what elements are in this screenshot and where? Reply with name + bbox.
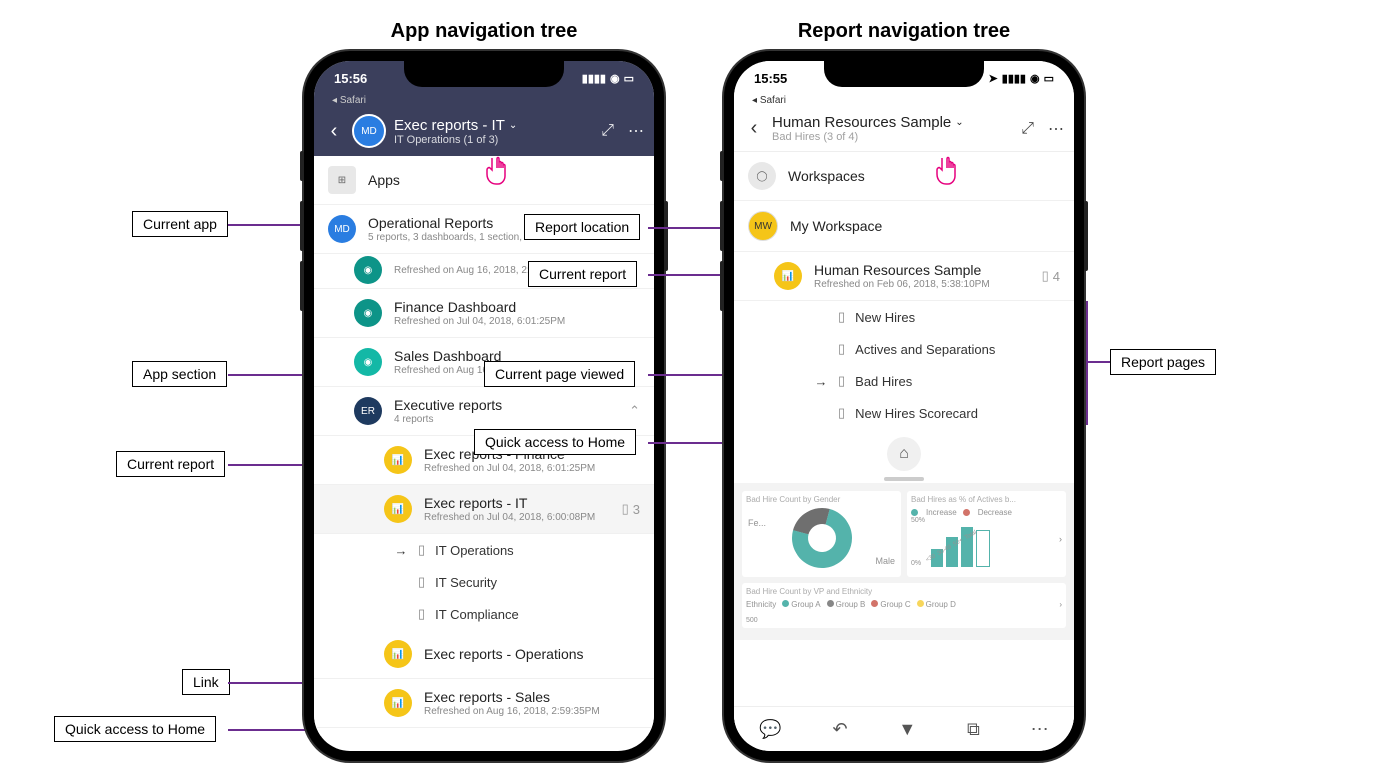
battery-icon: ▭	[624, 72, 634, 85]
more-icon[interactable]: ⋯	[1048, 119, 1064, 139]
report-icon: 📊	[384, 495, 412, 523]
section-title-left: App navigation tree	[391, 20, 578, 43]
safari-back[interactable]: ◂ Safari	[734, 95, 1074, 106]
finance-dashboard[interactable]: ◉ Finance Dashboard Refreshed on Jul 04,…	[314, 289, 654, 338]
page-count-icon: ▯	[1042, 268, 1049, 284]
wifi-icon: ◉	[610, 72, 620, 85]
apps-icon: ⊞	[328, 166, 356, 194]
drag-handle[interactable]	[884, 477, 924, 481]
label-quick-home: Quick access to Home	[54, 716, 216, 742]
apps-row[interactable]: ⊞ Apps	[314, 156, 654, 205]
chevron-down-icon: ⌄	[509, 120, 517, 131]
workspaces-icon: ◯	[748, 162, 776, 190]
label-current-report: Current report	[116, 451, 225, 477]
home-button[interactable]: ⌂	[887, 437, 921, 471]
app-avatar: MD	[328, 215, 356, 243]
phone-right: 15:55 ➤ ▮▮▮▮ ◉ ▭ ◂ Safari ‹ Human Resour…	[724, 51, 1084, 761]
page-new-hires-scorecard[interactable]: ▯ New Hires Scorecard	[734, 397, 1074, 429]
phone-left: 15:56 ▮▮▮▮ ◉ ▭ ◂ Safari ‹ MD Exec report…	[304, 51, 664, 761]
report-icon: 📊	[384, 640, 412, 668]
workspaces-row[interactable]: ◯ Workspaces	[734, 152, 1074, 201]
chevron-right-icon[interactable]: ›	[1059, 534, 1062, 544]
page-it-security[interactable]: ▯ IT Security	[314, 566, 654, 598]
current-page-arrow-icon: →	[814, 374, 828, 389]
expand-icon[interactable]: ⤢	[1021, 120, 1034, 138]
page-it-compliance[interactable]: ▯ IT Compliance	[314, 598, 654, 630]
more-icon[interactable]: ⋯	[628, 121, 644, 141]
bottom-nav: 💬 ↶ ▼ ⧉ ⋯	[734, 706, 1074, 751]
copy-icon[interactable]: ⧉	[967, 719, 980, 740]
page-it-operations[interactable]: → ▯ IT Operations	[314, 534, 654, 566]
report-preview: Bad Hire Count by Gender Fe... Male Bad …	[734, 483, 1074, 640]
comment-icon[interactable]: 💬	[759, 719, 781, 740]
my-workspace[interactable]: MW My Workspace	[734, 201, 1074, 252]
chevron-down-icon: ⌄	[955, 117, 963, 128]
label-current-app: Current app	[132, 211, 228, 237]
section-title-right: Report navigation tree	[798, 20, 1010, 43]
header: ‹ Human Resources Sample⌄ Bad Hires (3 o…	[734, 106, 1074, 152]
current-page-arrow-icon: →	[394, 543, 408, 558]
page-count-icon: ▯	[622, 501, 629, 517]
page-new-hires[interactable]: ▯ New Hires	[734, 301, 1074, 333]
faq-link[interactable]: ⊘ FAQ ↗ https://tinyurl.com/kjg;kjsdbmv	[314, 728, 654, 736]
safari-back[interactable]: ◂ Safari	[314, 95, 654, 106]
section-avatar: ER	[354, 397, 382, 425]
location-icon: ➤	[989, 72, 998, 85]
label-current-page: Current page viewed	[484, 361, 635, 387]
label-report-location: Report location	[524, 214, 640, 240]
dashboard-icon: ◉	[354, 348, 382, 376]
chevron-up-icon: ⌃	[629, 403, 640, 419]
chart-bars[interactable]: Bad Hires as % of Actives b... Increase …	[907, 491, 1066, 577]
header-title-dropdown[interactable]: Human Resources Sample⌄ Bad Hires (3 of …	[772, 114, 1013, 143]
exec-reports-sales[interactable]: 📊 Exec reports - Sales Refreshed on Aug …	[314, 679, 654, 728]
back-icon[interactable]: ‹	[324, 120, 344, 143]
page-mobile-icon: ▯	[418, 606, 425, 622]
chart-donut[interactable]: Bad Hire Count by Gender Fe... Male	[742, 491, 901, 577]
label-report-pages: Report pages	[1110, 349, 1216, 375]
page-icon: ▯	[838, 341, 845, 357]
exec-reports-it[interactable]: 📊 Exec reports - IT Refreshed on Jul 04,…	[314, 485, 654, 534]
page-mobile-icon: ▯	[838, 373, 845, 389]
undo-icon[interactable]: ↶	[833, 719, 848, 740]
dashboard-icon: ◉	[354, 256, 382, 284]
header: ‹ MD Exec reports - IT⌄ IT Operations (1…	[314, 106, 654, 156]
label-app-section: App section	[132, 361, 227, 387]
exec-reports-operations[interactable]: 📊 Exec reports - Operations	[314, 630, 654, 679]
back-icon[interactable]: ‹	[744, 117, 764, 140]
signal-icon: ▮▮▮▮	[582, 72, 606, 85]
label-current-report2: Current report	[528, 261, 637, 287]
page-bad-hires[interactable]: → ▯ Bad Hires	[734, 365, 1074, 397]
dashboard-icon: ◉	[354, 299, 382, 327]
chevron-right-icon[interactable]: ›	[1059, 600, 1062, 609]
chart-ethnicity[interactable]: Bad Hire Count by VP and Ethnicity Ethni…	[742, 583, 1066, 628]
label-quick-home2: Quick access to Home	[474, 429, 636, 455]
label-link: Link	[182, 669, 230, 695]
signal-icon: ▮▮▮▮	[1002, 72, 1026, 85]
more-icon[interactable]: ⋯	[1031, 719, 1049, 740]
filter-icon[interactable]: ▼	[898, 719, 916, 740]
page-actives-separations[interactable]: ▯ Actives and Separations	[734, 333, 1074, 365]
report-icon: 📊	[384, 689, 412, 717]
report-icon: 📊	[774, 262, 802, 290]
battery-icon: ▭	[1044, 72, 1054, 85]
page-icon: ▯	[418, 574, 425, 590]
wifi-icon: ◉	[1030, 72, 1040, 85]
expand-icon[interactable]: ⤢	[601, 122, 614, 140]
report-icon: 📊	[384, 446, 412, 474]
workspace-avatar: MW	[748, 211, 778, 241]
page-icon: ▯	[838, 405, 845, 421]
human-resources-report[interactable]: 📊 Human Resources Sample Refreshed on Fe…	[734, 252, 1074, 301]
page-mobile-icon: ▯	[418, 542, 425, 558]
header-avatar: MD	[352, 114, 386, 148]
header-title-dropdown[interactable]: Exec reports - IT⌄ IT Operations (1 of 3…	[394, 117, 593, 146]
page-mobile-icon: ▯	[838, 309, 845, 325]
